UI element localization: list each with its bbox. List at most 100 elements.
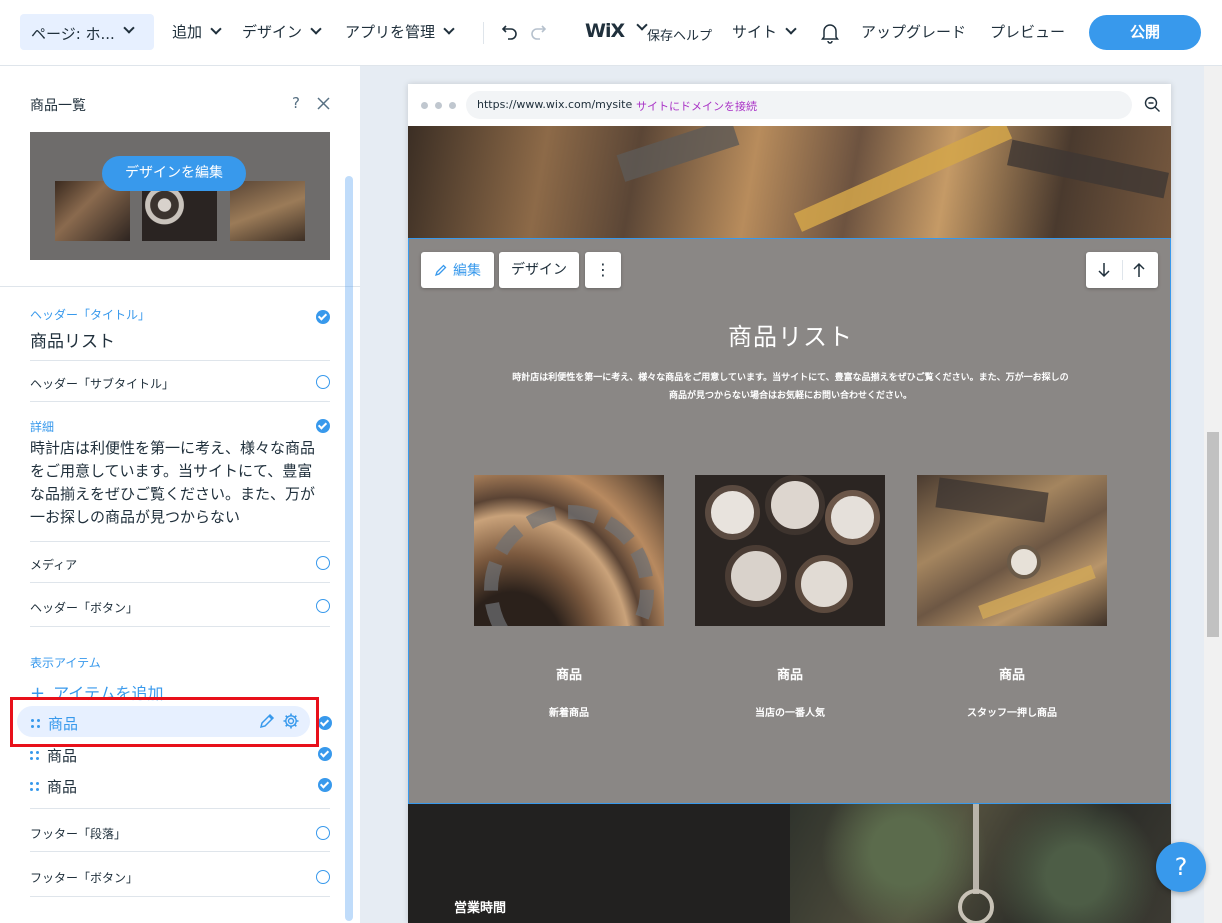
header-tools-image[interactable] <box>408 126 1171 238</box>
menu-manage-apps-label: アプリを管理 <box>345 23 436 41</box>
wix-logo: WiX <box>585 20 625 42</box>
clock-shape <box>725 545 787 607</box>
unchecked-icon[interactable] <box>316 556 330 570</box>
highlight-annotation <box>10 697 319 747</box>
chevron-down-icon <box>785 23 797 35</box>
menu-manage-apps[interactable]: アプリを管理 <box>345 21 455 42</box>
checked-icon[interactable] <box>318 716 332 730</box>
canvas-scrollbar-track[interactable] <box>1204 66 1222 923</box>
product-name[interactable]: 商品 <box>474 664 664 683</box>
element-footer-paragraph[interactable]: フッター「段落」 <box>30 809 330 852</box>
product-image-gear[interactable] <box>474 475 664 626</box>
chevron-down-icon <box>310 23 322 35</box>
element-header-button[interactable]: ヘッダー「ボタン」 <box>30 583 330 627</box>
menu-add-label: 追加 <box>172 23 203 41</box>
divider <box>1122 260 1123 280</box>
unchecked-icon[interactable] <box>316 599 330 613</box>
checked-icon[interactable] <box>316 419 330 433</box>
header-title-label: ヘッダー「タイトル」 <box>30 308 151 322</box>
checked-icon[interactable] <box>316 310 330 324</box>
product-tag[interactable]: 新着商品 <box>474 704 664 719</box>
unchecked-icon[interactable] <box>316 826 330 840</box>
connect-domain-link[interactable]: サイトにドメインを接続 <box>636 98 757 114</box>
section-title[interactable]: 商品リスト <box>409 317 1171 352</box>
display-items-label: 表示アイテム <box>30 656 101 670</box>
item-row[interactable]: 商品 <box>30 745 77 766</box>
footer-hours-panel[interactable]: 営業時間 <box>408 804 790 923</box>
canvas-scrollbar-thumb[interactable] <box>1207 432 1219 637</box>
drag-handle-icon[interactable] <box>30 782 39 791</box>
header-title-value: 商品リスト <box>30 332 115 352</box>
page-select-dropdown[interactable]: ページ: ホ... <box>20 14 154 50</box>
header-button-label: ヘッダー「ボタン」 <box>30 601 139 615</box>
item-row[interactable]: 商品 <box>30 776 77 797</box>
tool-shape <box>1007 139 1169 199</box>
product-image-tools[interactable] <box>917 475 1107 626</box>
element-footer-button[interactable]: フッター「ボタン」 <box>30 852 330 897</box>
list-settings-panel: 商品一覧 ? デザインを編集 ヘッダー「タイトル」 商品リスト ヘッダー「サブタ… <box>0 66 360 923</box>
element-media[interactable]: メディア <box>30 542 330 583</box>
hours-heading[interactable]: 営業時間 <box>454 897 506 916</box>
upgrade-button[interactable]: アップグレード <box>861 21 966 42</box>
element-detail[interactable]: 詳細 時計店は利便性を第一に考え、様々な商品をご用意しています。当サイトにて、豊… <box>30 402 330 542</box>
design-section-button[interactable]: デザイン <box>499 252 579 288</box>
window-dot <box>449 102 456 109</box>
checked-icon[interactable] <box>318 747 332 761</box>
watch-ring-shape <box>958 889 994 923</box>
layout-preview-thumbnail[interactable]: デザインを編集 <box>30 132 330 260</box>
element-header-title[interactable]: ヘッダー「タイトル」 商品リスト <box>30 306 330 361</box>
panel-title: 商品一覧 <box>30 98 86 114</box>
footer-watch-image[interactable] <box>790 804 1171 923</box>
preview-button[interactable]: プレビュー <box>990 21 1065 42</box>
window-dot <box>421 102 428 109</box>
undo-icon[interactable] <box>500 24 520 44</box>
chevron-down-icon <box>210 23 222 35</box>
unchecked-icon[interactable] <box>316 375 330 389</box>
product-name[interactable]: 商品 <box>695 664 885 683</box>
ruler-shape <box>793 126 1013 232</box>
edit-section-button[interactable]: 編集 <box>421 252 494 288</box>
edit-design-button[interactable]: デザインを編集 <box>102 156 246 191</box>
arrow-down-icon[interactable] <box>1097 262 1111 278</box>
product-tag[interactable]: 当店の一番人気 <box>695 704 885 719</box>
more-actions-button[interactable]: ⋮ <box>585 252 621 288</box>
product-image-clocks[interactable] <box>695 475 885 626</box>
help-icon[interactable]: ? <box>292 94 300 112</box>
browser-url-bar: https://www.wix.com/mysite サイトにドメインを接続 <box>408 84 1171 126</box>
bell-icon[interactable] <box>820 22 840 44</box>
ruler-shape <box>978 564 1096 620</box>
thumb-image-3 <box>230 181 305 241</box>
site-url: https://www.wix.com/mysite <box>477 98 633 111</box>
unchecked-icon[interactable] <box>316 870 330 884</box>
publish-button[interactable]: 公開 <box>1089 15 1201 50</box>
footer-button-label: フッター「ボタン」 <box>30 871 139 885</box>
item-label: 商品 <box>47 778 78 796</box>
zoom-icon[interactable] <box>1144 96 1161 113</box>
tool-shape <box>616 126 740 182</box>
product-name[interactable]: 商品 <box>917 664 1107 683</box>
section-subtitle-1[interactable]: 時計店は利便性を第一に考え、様々な商品をご用意しています。当サイトにて、豊富な品… <box>409 370 1171 383</box>
section-subtitle-2[interactable]: 商品が見つからない場合はお気軽にお問い合わせください。 <box>409 388 1171 401</box>
element-header-subtitle[interactable]: ヘッダー「サブタイトル」 <box>30 361 330 402</box>
product-list-section[interactable]: 編集 デザイン ⋮ 商品リスト 時計店は利便性を第一に考え、様々な商品をご用意し… <box>408 238 1171 804</box>
arrow-up-icon[interactable] <box>1132 262 1146 278</box>
close-icon[interactable] <box>317 97 330 110</box>
clock-shape <box>825 490 880 545</box>
help-bubble-button[interactable]: ? <box>1156 842 1206 892</box>
detail-label: 詳細 <box>30 420 55 434</box>
watch-shape <box>1007 545 1041 579</box>
chevron-down-icon <box>123 22 135 34</box>
menu-site[interactable]: サイト <box>732 21 797 42</box>
product-tag[interactable]: スタッフ一押し商品 <box>917 704 1107 719</box>
move-arrows <box>1086 252 1158 288</box>
drag-handle-icon[interactable] <box>30 751 39 760</box>
chevron-down-icon[interactable] <box>636 19 648 31</box>
checked-icon[interactable] <box>318 778 332 792</box>
menu-design[interactable]: デザイン <box>242 21 322 42</box>
menu-add[interactable]: 追加 <box>172 21 222 42</box>
panel-scrollbar[interactable] <box>345 176 353 921</box>
redo-icon[interactable] <box>528 24 548 44</box>
address-field: https://www.wix.com/mysite サイトにドメインを接続 <box>466 91 1132 119</box>
window-dot <box>435 102 442 109</box>
save-help-overlap[interactable]: 保存ヘルプ <box>647 25 712 44</box>
